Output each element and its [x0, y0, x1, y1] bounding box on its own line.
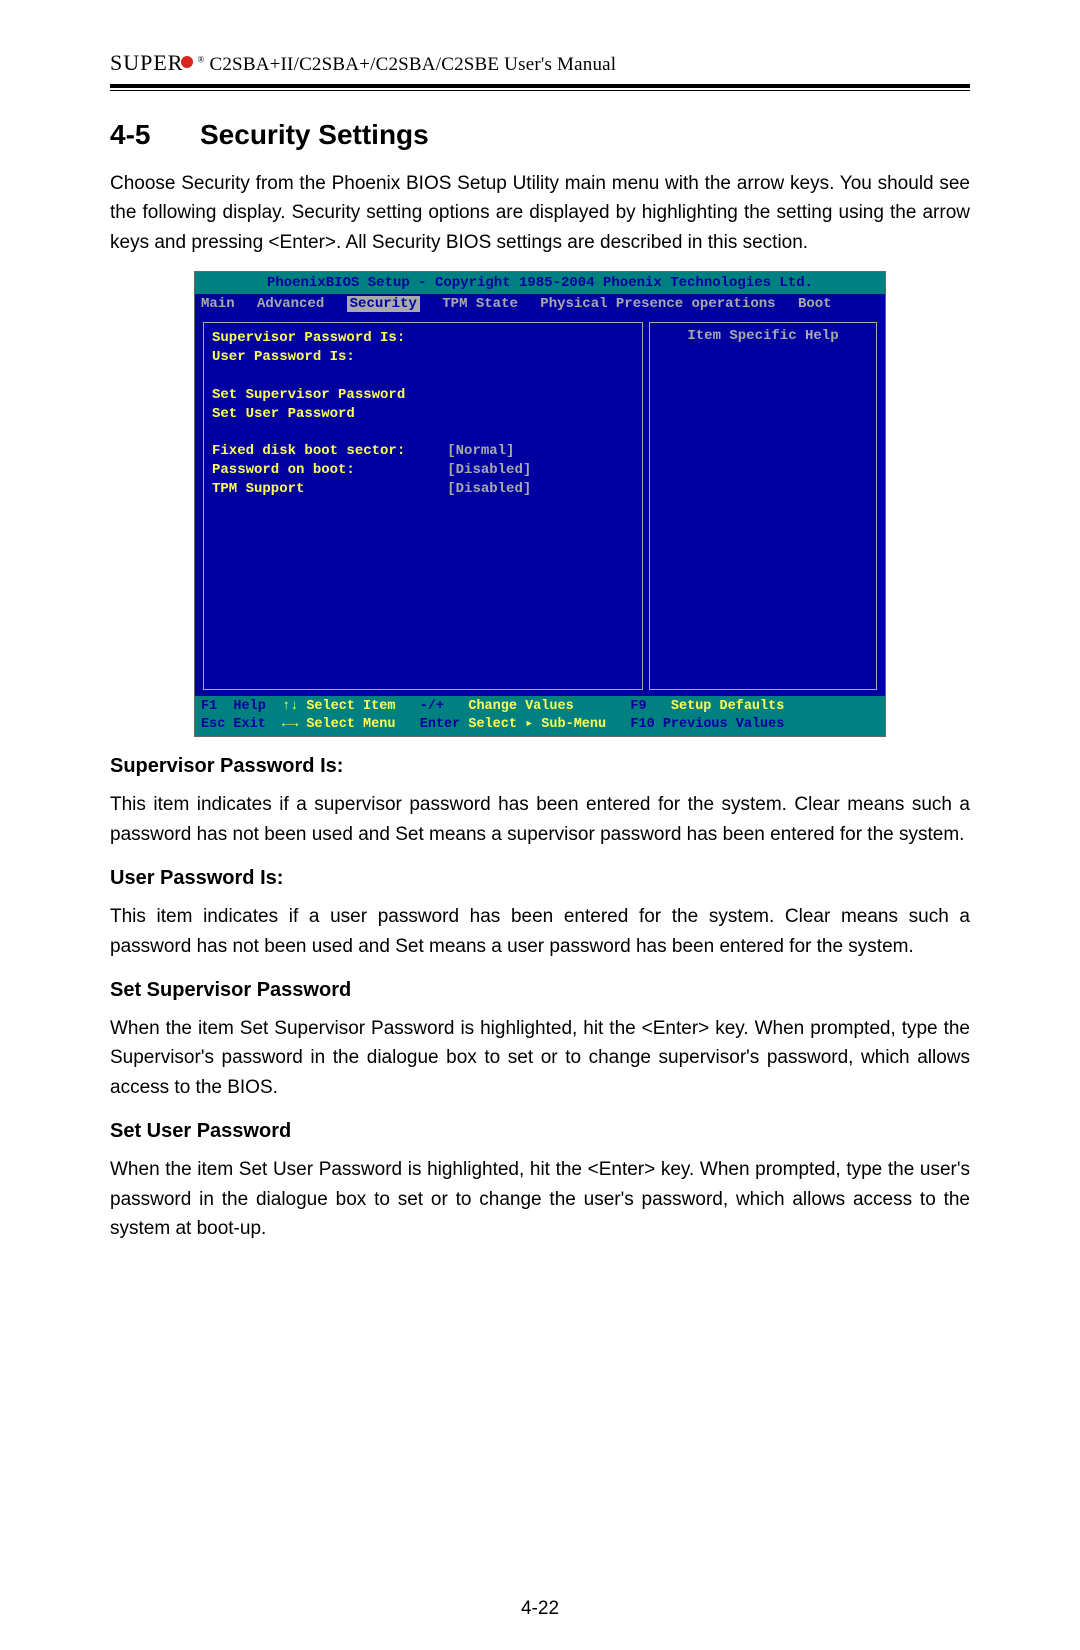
para-set-supervisor: When the item Set Supervisor Password is… — [110, 1014, 970, 1102]
bios-pw-on-boot-row: Password on boot: [Disabled] — [212, 461, 634, 480]
bios-fixed-disk-row: Fixed disk boot sector: [Normal] — [212, 442, 634, 461]
bios-help-pane: Item Specific Help — [649, 322, 877, 690]
section-heading: 4-5Security Settings — [110, 119, 970, 151]
header-rule — [110, 84, 970, 91]
section-title-text: Security Settings — [200, 119, 429, 150]
bios-menu-boot: Boot — [798, 296, 832, 312]
bios-menu-advanced: Advanced — [257, 296, 324, 312]
bios-settings-pane: Supervisor Password Is: User Password Is… — [203, 322, 643, 690]
section-number: 4-5 — [110, 119, 200, 151]
para-user-pw: This item indicates if a user password h… — [110, 902, 970, 961]
bios-menu-ppo: Physical Presence operations — [540, 296, 775, 312]
bios-set-user-pw: Set User Password — [212, 405, 634, 424]
bios-set-supervisor-pw: Set Supervisor Password — [212, 386, 634, 405]
bios-footer: F1 Help ↑↓ Select Item -/+ Change Values… — [195, 696, 885, 736]
para-set-user: When the item Set User Password is highl… — [110, 1155, 970, 1243]
para-supervisor-pw: This item indicates if a supervisor pass… — [110, 790, 970, 849]
subhead-supervisor-pw: Supervisor Password Is: — [110, 755, 970, 778]
bios-help-title: Item Specific Help — [650, 323, 876, 346]
page-number: 4-22 — [0, 1598, 1080, 1620]
bios-menubar: Main Advanced Security TPM State Physica… — [195, 294, 885, 316]
manual-page: SUPER ® C2SBA+II/C2SBA+/C2SBA/C2SBE User'… — [0, 0, 1080, 1650]
registered-mark: ® — [197, 55, 204, 65]
subhead-user-pw: User Password Is: — [110, 867, 970, 890]
bios-menu-tpm-state: TPM State — [442, 296, 518, 312]
bios-titlebar: PhoenixBIOS Setup - Copyright 1985-2004 … — [195, 272, 885, 294]
bios-tpm-row: TPM Support [Disabled] — [212, 480, 634, 499]
page-header: SUPER ® C2SBA+II/C2SBA+/C2SBA/C2SBE User'… — [110, 50, 970, 82]
manual-title: C2SBA+II/C2SBA+/C2SBA/C2SBE User's Manua… — [205, 54, 617, 75]
subhead-set-supervisor: Set Supervisor Password — [110, 979, 970, 1002]
bios-menu-security: Security — [347, 296, 420, 312]
subhead-set-user: Set User Password — [110, 1120, 970, 1143]
bios-screenshot: PhoenixBIOS Setup - Copyright 1985-2004 … — [194, 271, 886, 737]
brand-dot-icon — [181, 56, 193, 68]
bios-user-pw-status: User Password Is: — [212, 348, 634, 367]
bios-supervisor-pw-status: Supervisor Password Is: — [212, 329, 634, 348]
bios-menu-main: Main — [201, 296, 235, 312]
section-intro: Choose Security from the Phoenix BIOS Se… — [110, 169, 970, 257]
brand-logo-text: SUPER — [110, 50, 183, 75]
bios-body: Supervisor Password Is: User Password Is… — [195, 316, 885, 696]
